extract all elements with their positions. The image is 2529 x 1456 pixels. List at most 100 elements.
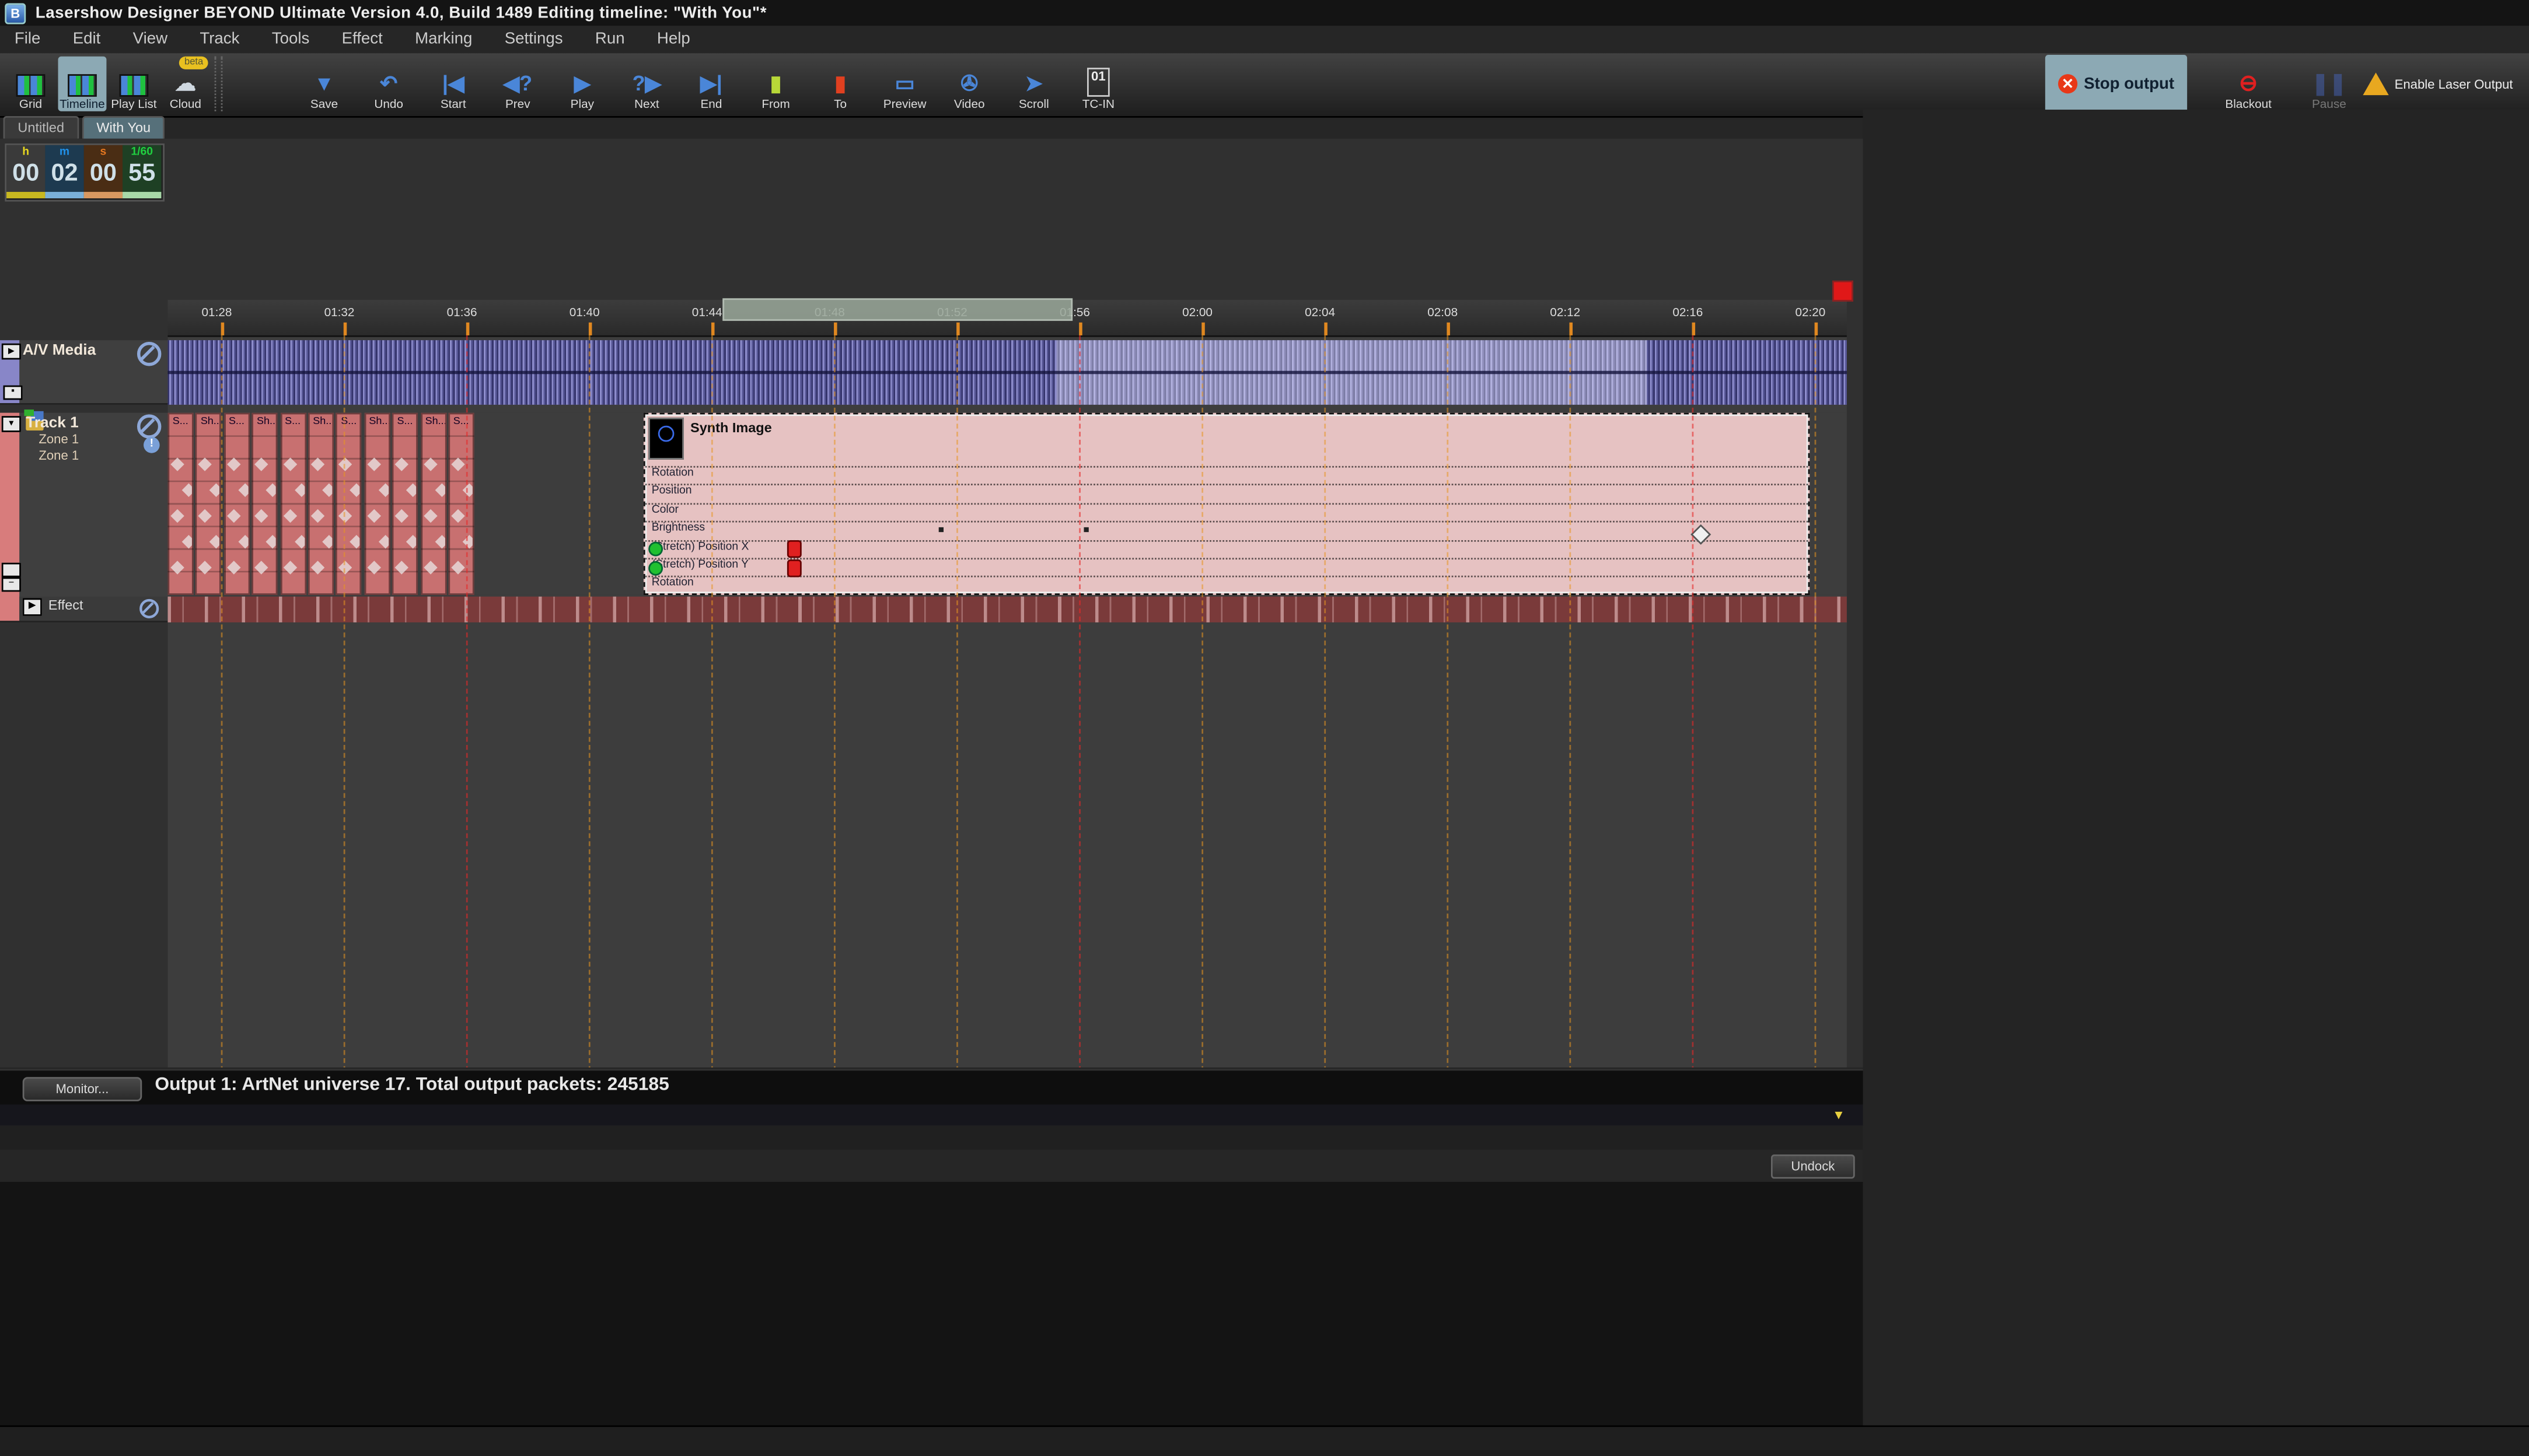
menu-view[interactable]: View xyxy=(128,29,172,50)
toolbar-grid-button[interactable]: Grid xyxy=(6,57,55,111)
toolbar-next-button[interactable]: ?▶Next xyxy=(616,57,677,111)
mute-checkbox[interactable]: − xyxy=(2,578,21,592)
event-label: S... xyxy=(397,416,413,427)
toolbar-save-button[interactable]: ▼Save xyxy=(294,57,355,111)
keyframe-diamond xyxy=(210,535,222,548)
toolbar-undo-button[interactable]: ↶Undo xyxy=(358,57,420,111)
toolbar-play-list-button[interactable]: Play List xyxy=(110,57,158,111)
event-label: Sh... xyxy=(201,416,222,427)
pause-button[interactable]: ❚❚Pause xyxy=(2297,57,2362,111)
keyframe-diamond xyxy=(378,484,390,497)
event-block[interactable]: S... xyxy=(280,413,306,595)
disable-icon[interactable] xyxy=(139,599,159,618)
track-zone-label: Zone 1 xyxy=(39,432,79,447)
event-block[interactable]: Sh... xyxy=(420,413,446,595)
ruler-label: 02:16 xyxy=(1672,304,1703,319)
time-value: 00 xyxy=(6,160,45,189)
keyframe-diamond xyxy=(266,484,278,497)
menu-effect[interactable]: Effect xyxy=(337,29,387,50)
expand-button[interactable]: ▶ xyxy=(2,344,21,360)
toolbar-start-button[interactable]: |◀Start xyxy=(422,57,484,111)
keyframe-pin[interactable] xyxy=(787,540,802,558)
toolbar-preview-button[interactable]: ▭Preview xyxy=(874,57,935,111)
event-block[interactable]: Sh... xyxy=(252,413,278,595)
pause-icon: ❚❚ xyxy=(2311,71,2346,97)
track-header-a-v-media[interactable]: ▶A/V Media▪ xyxy=(0,340,167,405)
menu-file[interactable]: File xyxy=(10,29,46,50)
keyframe-diamond xyxy=(406,484,418,497)
event-block[interactable]: S... xyxy=(224,413,250,595)
play-icon[interactable]: ▶ xyxy=(23,598,42,615)
record-indicator[interactable] xyxy=(1832,281,1853,302)
ruler-range-indicator[interactable] xyxy=(722,298,1073,321)
toolbar-from-button[interactable]: ▮From xyxy=(745,57,806,111)
toolbar-scroll-button[interactable]: ➤Scroll xyxy=(1003,57,1064,111)
disable-icon[interactable] xyxy=(137,342,161,366)
event-block[interactable]: S... xyxy=(167,413,193,595)
event-block[interactable]: S... xyxy=(392,413,418,595)
toolbar-tc-in-button[interactable]: 01TC-IN xyxy=(1068,57,1129,111)
timeline-tab-untitled[interactable]: Untitled xyxy=(4,116,79,139)
keyframe-diamond xyxy=(294,535,306,548)
toolbar-label: To xyxy=(834,97,847,111)
event-block[interactable]: Sh... xyxy=(308,413,334,595)
solo-checkbox[interactable] xyxy=(2,563,21,578)
event-block[interactable]: S... xyxy=(448,413,474,595)
menu-track[interactable]: Track xyxy=(195,29,244,50)
toolbar-end-button[interactable]: ▶|End xyxy=(680,57,742,111)
menu-settings[interactable]: Settings xyxy=(499,29,567,50)
keyframe-diamond xyxy=(311,509,324,523)
info-icon[interactable]: ! xyxy=(144,437,160,453)
blackout-button[interactable]: ⊖Blackout xyxy=(2206,57,2290,111)
ruler-label: 02:20 xyxy=(1795,304,1825,319)
monitor-button[interactable]: Monitor... xyxy=(23,1077,142,1101)
event-block[interactable]: S... xyxy=(336,413,362,595)
av-waveform[interactable] xyxy=(167,340,1846,405)
toolbar-video-button[interactable]: ✇Video xyxy=(939,57,1000,111)
keyframe-diamond xyxy=(322,535,334,548)
playlist-icon xyxy=(120,74,149,97)
media-box[interactable]: ▪ xyxy=(4,386,23,400)
keyframe-diamond xyxy=(451,457,464,471)
menu-run[interactable]: Run xyxy=(591,29,630,50)
event-block[interactable]: Sh... xyxy=(196,413,222,595)
synth-image-event[interactable]: Synth ImageRotationPositionColorBrightne… xyxy=(644,413,1810,595)
enable-laser-output-button[interactable]: Enable Laser Output xyxy=(2358,57,2513,111)
track-row-track-1: S...Sh...S...Sh...S...Sh...S...Sh...S...… xyxy=(167,413,1846,595)
ruler-tick xyxy=(1692,323,1696,335)
toolbar-to-button[interactable]: ▮To xyxy=(810,57,871,111)
event-block[interactable]: Sh... xyxy=(364,413,390,595)
main-toolbar: GridTimelinePlay List☁betaCloud ▼Save↶Und… xyxy=(0,53,2529,118)
track-name: Track 1 xyxy=(26,414,79,432)
track-header-track-1[interactable]: ▼−Track 1Zone 1Zone 1! xyxy=(0,413,167,622)
window-title: Lasershow Designer BEYOND Ultimate Versi… xyxy=(36,4,767,22)
menu-edit[interactable]: Edit xyxy=(68,29,105,50)
toolbar-label: Video xyxy=(954,97,985,111)
toolbar-prev-button[interactable]: ◀?Prev xyxy=(487,57,549,111)
menu-help[interactable]: Help xyxy=(652,29,695,50)
collapse-arrow-icon[interactable]: ▼ xyxy=(1832,1108,1845,1122)
time-underline xyxy=(123,192,161,198)
waveform-centerline xyxy=(167,371,1846,374)
timeline-tab-with-you[interactable]: With You xyxy=(82,116,165,139)
toolbar-timeline-button[interactable]: Timeline xyxy=(58,57,107,111)
menu-tools[interactable]: Tools xyxy=(267,29,314,50)
ruler-tick xyxy=(1569,323,1573,335)
disable-icon[interactable] xyxy=(137,414,161,438)
keyframe-row: Brightness xyxy=(645,521,1808,538)
menu-marking[interactable]: Marking xyxy=(410,29,477,50)
effect-subtrack-header[interactable]: ▶Effect xyxy=(19,597,167,622)
keyframe-diamond xyxy=(395,509,408,523)
panel-splitter[interactable]: ▼ xyxy=(0,1104,1863,1125)
ruler-label: 01:44 xyxy=(692,304,722,319)
expand-button[interactable]: ▼ xyxy=(2,416,21,432)
ruler-tick xyxy=(1815,323,1818,335)
keyframe-pin[interactable] xyxy=(787,559,802,577)
undock-button[interactable]: Undock xyxy=(1771,1154,1855,1178)
stop-output-button[interactable]: ✕Stop output xyxy=(2045,55,2187,113)
toolbar-label: From xyxy=(762,97,790,111)
toolbar-play-button[interactable]: ▶Play xyxy=(551,57,613,111)
toolbar-cloud-button[interactable]: ☁betaCloud xyxy=(161,57,209,111)
keyframe-diamond xyxy=(198,561,212,574)
keyframe-diamond xyxy=(283,509,296,523)
